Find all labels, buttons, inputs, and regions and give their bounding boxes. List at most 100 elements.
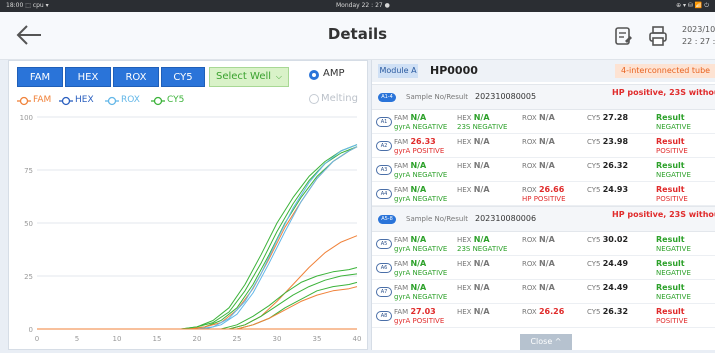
res-value: Result	[656, 185, 685, 194]
x-tick-label: 40	[353, 335, 362, 343]
well-row[interactable]: A8 FAM 27.03 gyrA POSITIVE HEX N/A ROX 26.26…	[372, 304, 715, 328]
amp-radio[interactable]	[309, 70, 319, 80]
amplification-curve	[37, 146, 358, 330]
channel-button-rox[interactable]: ROX	[113, 67, 159, 87]
select-well-dropdown[interactable]: Select Well ⌵	[209, 67, 289, 87]
hex-status: 23S NEGATIVE	[457, 123, 508, 131]
x-tick-label: 30	[273, 335, 282, 343]
well-row[interactable]: A1 FAM N/A gyrA NEGATIVE HEX N/A 23S NEGATIV…	[372, 110, 715, 134]
fam-value: 27.03	[410, 307, 436, 316]
res-value: Result	[656, 113, 685, 122]
rox-status: HP POSITIVE	[522, 195, 566, 203]
res-status: NEGATIVE	[656, 293, 691, 301]
well-badge: A5	[376, 239, 392, 249]
fam-value: N/A	[410, 283, 427, 292]
hex-value: N/A	[473, 259, 490, 268]
amplification-curve	[37, 286, 358, 330]
rox-value: 26.26	[538, 307, 565, 316]
printer-icon[interactable]	[648, 25, 668, 47]
rox-value: N/A	[538, 235, 555, 244]
well-row[interactable]: A5 FAM N/A gyrA NEGATIVE HEX N/A 23S NEGATIV…	[372, 232, 715, 256]
fam-value: N/A	[410, 259, 427, 268]
res-status: POSITIVE	[656, 317, 688, 325]
legend-label-cy5: CY5	[167, 95, 185, 105]
module-header: Module A HP0000 4-interconnected tube	[372, 60, 715, 82]
x-tick-label: 0	[35, 335, 39, 343]
y-tick-label: 25	[24, 273, 33, 281]
well-row[interactable]: A6 FAM N/A gyrA NEGATIVE HEX N/A ROX N/A CY5 …	[372, 256, 715, 280]
fam-status: gyrA NEGATIVE	[394, 293, 448, 301]
module-code: HP0000	[430, 64, 478, 77]
well-badge: A4	[376, 189, 392, 199]
y-tick-label: 75	[24, 167, 33, 175]
amplification-curve	[37, 146, 358, 330]
date-text: 2023/10/0	[682, 25, 715, 34]
legend-label-rox: ROX	[121, 95, 140, 105]
sample-header: A1-4 Sample No/Result 202310080005 HP posit…	[372, 84, 715, 110]
hex-value: N/A	[473, 113, 490, 122]
rox-value: N/A	[538, 259, 555, 268]
legend-marker-hex	[59, 96, 73, 106]
amplification-curve	[37, 281, 358, 330]
rox-value: 26.66	[538, 185, 565, 194]
cy5-value: 26.32	[602, 307, 629, 316]
fam-value: N/A	[410, 185, 427, 194]
amplification-curve	[37, 146, 358, 330]
close-button[interactable]: Close ^	[520, 334, 572, 350]
chevron-down-icon: ⌵	[275, 72, 282, 81]
well-row[interactable]: A4 FAM N/A gyrA NEGATIVE HEX N/A ROX 26.66 HP…	[372, 182, 715, 206]
fam-value: N/A	[410, 235, 427, 244]
sample-result: HP positive, 23S without mutation, gyrA …	[612, 88, 715, 97]
channel-button-fam[interactable]: FAM	[17, 67, 63, 87]
amplification-curve	[37, 144, 358, 330]
export-report-icon[interactable]	[613, 25, 633, 47]
legend-marker-cy5	[151, 96, 165, 106]
x-tick-label: 20	[193, 335, 202, 343]
melting-label: Melting	[321, 93, 358, 104]
fam-status: gyrA NEGATIVE	[394, 123, 448, 131]
cy5-value: 24.49	[602, 283, 629, 292]
res-value: Result	[656, 235, 685, 244]
well-badge: A6	[376, 263, 392, 273]
y-tick-label: 50	[24, 220, 33, 228]
res-status: POSITIVE	[656, 147, 688, 155]
well-row[interactable]: A3 FAM N/A gyrA NEGATIVE HEX N/A ROX N/A CY5 …	[372, 158, 715, 182]
res-status: NEGATIVE	[656, 245, 691, 253]
amplification-chart: 0 25 50 75 100 0 5 10 15 20 25 30 35 40	[20, 114, 362, 343]
rox-value: N/A	[538, 113, 555, 122]
tube-type-badge: 4-interconnected tube	[615, 64, 715, 78]
amplification-curve	[37, 144, 358, 330]
res-value: Result	[656, 307, 685, 316]
status-right: ⊕ ▾ ⛁ 📶 ⏻	[676, 2, 709, 9]
sample-range-badge: A5-8	[378, 215, 396, 224]
hex-value: N/A	[473, 235, 490, 244]
legend-label-hex: HEX	[75, 95, 94, 105]
sample-label: Sample No/Result	[406, 93, 468, 101]
res-value: Result	[656, 137, 685, 146]
hex-status: 23S NEGATIVE	[457, 245, 508, 253]
cy5-value: 24.93	[602, 185, 629, 194]
cy5-value: 24.49	[602, 259, 629, 268]
sample-number: 202310080005	[475, 92, 537, 101]
well-badge: A7	[376, 287, 392, 297]
channel-button-cy5[interactable]: CY5	[161, 67, 205, 87]
legend-marker-fam	[17, 96, 31, 106]
well-row[interactable]: A7 FAM N/A gyrA NEGATIVE HEX N/A ROX N/A CY5 …	[372, 280, 715, 304]
select-well-label: Select Well	[216, 71, 272, 82]
x-tick-label: 10	[113, 335, 122, 343]
fam-value: N/A	[410, 113, 427, 122]
res-status: POSITIVE	[656, 195, 688, 203]
page-header: Details 2023/10/0 22 : 27 : 3	[0, 12, 715, 60]
channel-button-hex[interactable]: HEX	[65, 67, 111, 87]
melting-radio[interactable]	[309, 94, 319, 104]
legend-label-fam: FAM	[33, 95, 52, 105]
sample-number: 202310080006	[475, 214, 537, 223]
datetime-display: 2023/10/0 22 : 27 : 3	[682, 24, 715, 48]
sample-header: A5-8 Sample No/Result 202310080006 HP posit…	[372, 206, 715, 232]
well-row[interactable]: A2 FAM 26.33 gyrA POSITIVE HEX N/A ROX N/A CY…	[372, 134, 715, 158]
amplification-chart-panel: FAM HEX ROX CY5 Select Well ⌵ AMP Meltin…	[8, 60, 368, 350]
y-tick-label: 100	[20, 114, 33, 122]
rox-value: N/A	[538, 283, 555, 292]
well-badge: A3	[376, 165, 392, 175]
x-tick-label: 35	[313, 335, 322, 343]
